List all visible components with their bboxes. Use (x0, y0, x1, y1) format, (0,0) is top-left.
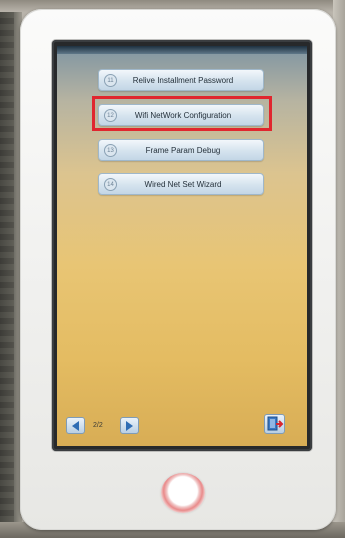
home-button[interactable] (161, 473, 205, 513)
menu-item-wired-net-set-wizard[interactable]: 14 Wired Net Set Wizard (98, 173, 264, 195)
screen-top-bar (57, 46, 307, 54)
menu-item-label: Wired Net Set Wizard (144, 179, 222, 189)
menu-item-frame-param-debug[interactable]: 13 Frame Param Debug (98, 139, 264, 161)
menu-item-label: Relive Installment Password (132, 75, 234, 85)
background-stripes (0, 0, 14, 538)
next-page-button[interactable] (120, 417, 139, 434)
menu-item-number: 13 (104, 143, 117, 157)
menu-item-label: Frame Param Debug (145, 145, 221, 155)
menu-item-number: 11 (104, 73, 117, 87)
page-indicator: 2/2 (93, 422, 103, 429)
menu-item-number: 14 (104, 177, 117, 191)
exit-button[interactable] (264, 414, 285, 434)
exit-door-icon (267, 416, 284, 431)
highlight-box (92, 96, 272, 131)
right-arrow-icon (126, 420, 133, 431)
prev-page-button[interactable] (66, 417, 85, 434)
left-arrow-icon (72, 420, 79, 431)
menu-item-relive-installment-password[interactable]: 11 Relive Installment Password (98, 69, 264, 91)
